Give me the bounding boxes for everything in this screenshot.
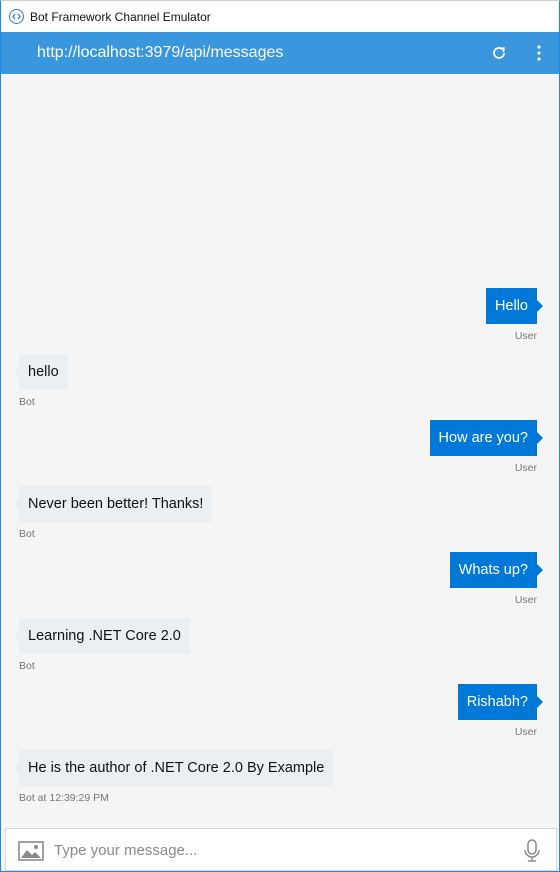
sender-label: User [514, 594, 537, 606]
emulator-icon [9, 9, 24, 24]
bot-message: Never been better! Thanks! [13, 486, 213, 522]
bot-message: hello [14, 354, 68, 390]
sender-label: User [514, 462, 537, 474]
refresh-icon[interactable] [487, 41, 511, 65]
user-message: How are you? [429, 420, 544, 456]
image-upload-icon[interactable] [18, 840, 44, 862]
sender-label: User [514, 726, 537, 738]
window-title: Bot Framework Channel Emulator [30, 9, 211, 24]
user-message: Rishabh? [457, 684, 544, 720]
user-message: Whats up? [449, 552, 544, 588]
sender-label: Bot [19, 528, 35, 540]
microphone-icon[interactable] [522, 839, 542, 863]
endpoint-url[interactable]: http://localhost:3979/api/messages [37, 44, 283, 62]
address-bar: http://localhost:3979/api/messages [1, 32, 559, 74]
message-input-bar [5, 828, 557, 871]
sender-label: User [514, 330, 537, 342]
message-input[interactable] [54, 835, 494, 865]
emulator-window: Bot Framework Channel Emulator http://lo… [0, 0, 560, 872]
sender-label: Bot [19, 396, 35, 408]
user-message: Hello [485, 288, 544, 324]
sender-label: Bot [19, 660, 35, 672]
chat-history: Hello User hello Bot How are you? User N… [1, 74, 559, 826]
title-bar: Bot Framework Channel Emulator [1, 1, 559, 32]
more-vertical-icon[interactable] [529, 41, 549, 65]
sender-label: Bot at 12:39:29 PM [19, 792, 109, 804]
bot-message: He is the author of .NET Core 2.0 By Exa… [13, 750, 334, 786]
bot-message: Learning .NET Core 2.0 [14, 618, 190, 654]
